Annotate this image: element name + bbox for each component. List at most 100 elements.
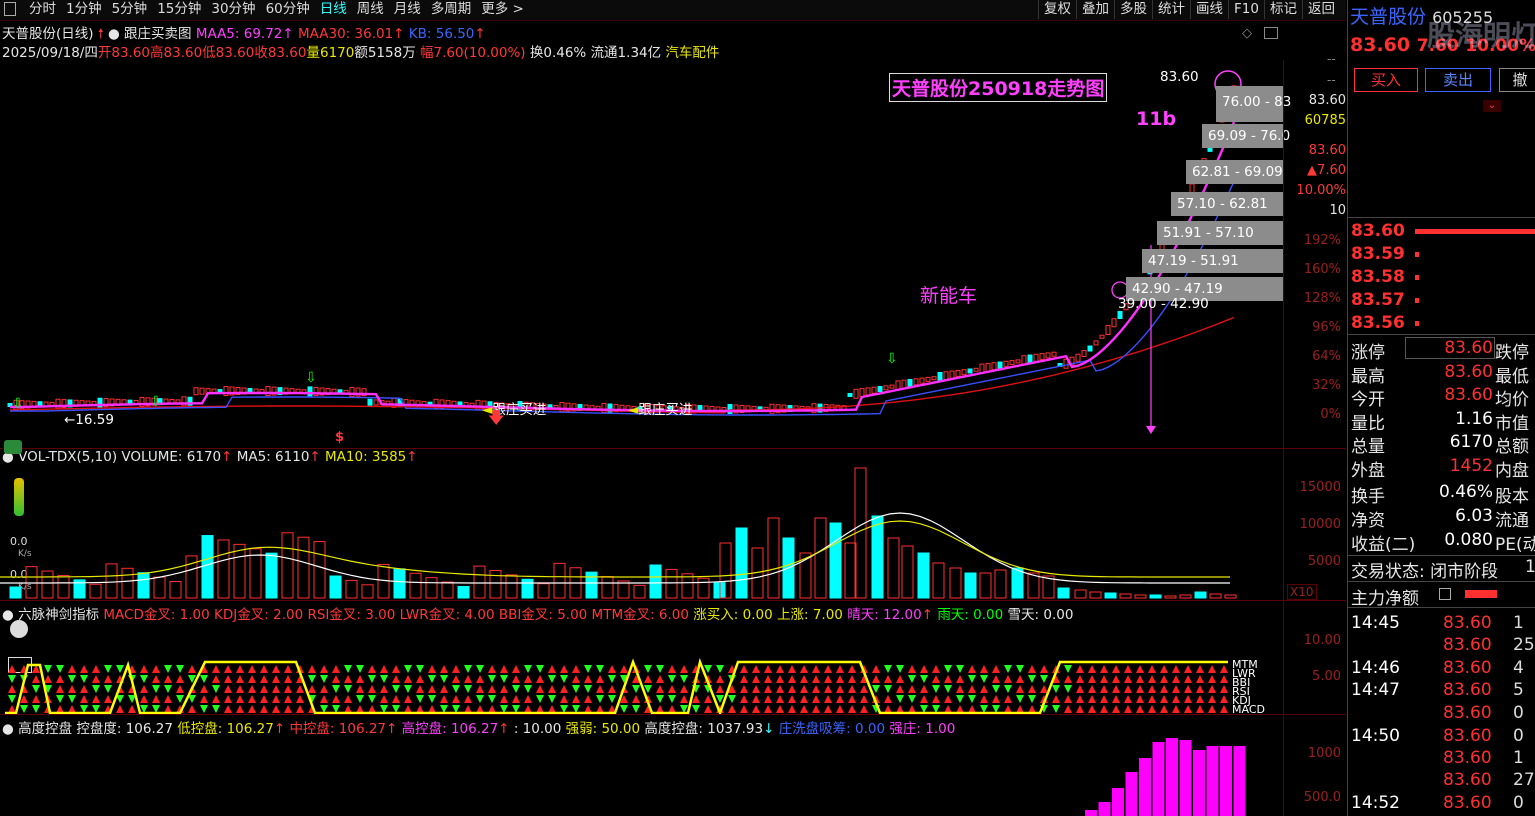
sword-arrow [308,675,316,683]
sword-arrow [224,705,232,713]
candle [871,386,877,394]
sector-label[interactable]: 汽车配件 [665,45,719,61]
candle [913,378,919,386]
sword-arrow [500,675,508,683]
volume-title[interactable]: VOL-TDX(5,10) VOLUME: 6170 [18,449,221,465]
sword-arrow [740,695,748,703]
indicator-toggle-icon[interactable]: ● [108,26,120,42]
chat-icon[interactable] [10,620,28,638]
candle [907,379,913,387]
tab-5min[interactable]: 5分钟 [107,0,153,19]
chart-title-box: 天普股份250918走势图 [889,73,1108,102]
diamond-icon[interactable]: ◇ [1242,26,1252,41]
volume-bar [137,572,150,599]
sword-arrow [308,665,316,673]
sword-arrow [500,695,508,703]
sword-arrow [1208,665,1216,673]
tab-multi[interactable]: 多周期 [426,0,477,19]
sword-arrow [848,675,856,683]
restore-rights-button[interactable]: 复权 [1038,0,1076,19]
volume-bar [393,568,406,599]
control-bar [1125,772,1138,816]
sell-button[interactable]: 卖出 [1425,68,1491,92]
tab-fenshi[interactable]: 分时 [24,0,61,19]
indicator-name[interactable]: 跟庄买卖图 [124,26,192,42]
sword-arrow [536,665,544,673]
f10-button[interactable]: F10 [1228,0,1264,19]
sword-arrow [848,695,856,703]
sword-arrow [800,695,808,703]
sword-arrow [908,665,916,673]
sword-arrow [788,685,796,693]
sword-arrow [848,665,856,673]
tab-15min[interactable]: 15分钟 [152,0,206,19]
sword-arrow [68,695,76,703]
sword-arrow [80,695,88,703]
volume-bar [964,572,977,599]
tab-more[interactable]: 更多 > [476,0,529,19]
sword-arrow [1220,695,1228,703]
volume-bar [505,574,518,599]
window-icon[interactable] [4,2,16,16]
sword-arrow [356,685,364,693]
sword-arrow [776,695,784,703]
cancel-button[interactable]: 撤 [1499,68,1535,92]
sword-arrow [1184,675,1192,683]
overlay-button[interactable]: 叠加 [1076,0,1114,19]
sword-arrow [44,675,52,683]
tab-30min[interactable]: 30分钟 [206,0,260,19]
sword-arrow [284,705,292,713]
sword-arrow [680,665,688,673]
sword-arrow [848,685,856,693]
candle [1003,360,1009,367]
candle [1009,360,1015,366]
collapse-chevron-icon[interactable]: ⌄ [1483,100,1501,112]
tab-60min[interactable]: 60分钟 [261,0,315,19]
sword-arrow [272,685,280,693]
stats-button[interactable]: 统计 [1152,0,1190,19]
control-bar [1152,742,1165,816]
volume-chart[interactable] [0,465,1283,600]
tab-daily[interactable]: 日线 [315,0,352,19]
sword-arrow [536,685,544,693]
buy-button[interactable]: 买入 [1354,68,1418,92]
sword-arrow [284,675,292,683]
sword-title[interactable]: 六脉神剑指标 [18,607,99,623]
sword-arrow [284,665,292,673]
price-ladder-label: 51.91 - 57.10 [1163,225,1254,241]
sword-arrow [824,675,832,683]
pct-96: 96% [1312,320,1341,335]
sword-arrow [752,665,760,673]
sword-arrow [1100,685,1108,693]
multi-stock-button[interactable]: 多股 [1114,0,1152,19]
panel-toggle-icon[interactable] [1264,27,1278,39]
sword-arrow [1160,705,1168,713]
sword-arrow [344,665,352,673]
sword-arrow [980,695,988,703]
tab-monthly[interactable]: 月线 [389,0,426,19]
sword-arrow [1100,665,1108,673]
volume-bar [265,552,278,599]
draw-line-button[interactable]: 画线 [1190,0,1228,19]
shield-icon[interactable] [4,440,22,454]
tab-weekly[interactable]: 周线 [352,0,389,19]
volume-bar [767,517,780,599]
axis-price-top: 83.60 [1308,93,1346,108]
sword-arrow [356,695,364,703]
sword-arrow [488,695,496,703]
sword-arrow [920,675,928,683]
mark-button[interactable]: 标记 [1264,0,1302,19]
tab-1min[interactable]: 1分钟 [61,0,107,19]
sword-arrow [1220,705,1228,713]
volume-header: ● VOL-TDX(5,10) VOLUME: 6170↑ MA5: 6110↑… [2,449,418,465]
sword-arrow [1112,675,1120,683]
sword-arrow [428,665,436,673]
back-button[interactable]: 返回 [1302,0,1340,19]
volume-bar [1057,587,1070,599]
sword-arrow [1124,665,1132,673]
candle [1027,354,1033,364]
panel-gear-icon[interactable]: ● [2,607,14,623]
sword-arrow [668,685,676,693]
candle [949,370,955,379]
sword-arrow [296,685,304,693]
